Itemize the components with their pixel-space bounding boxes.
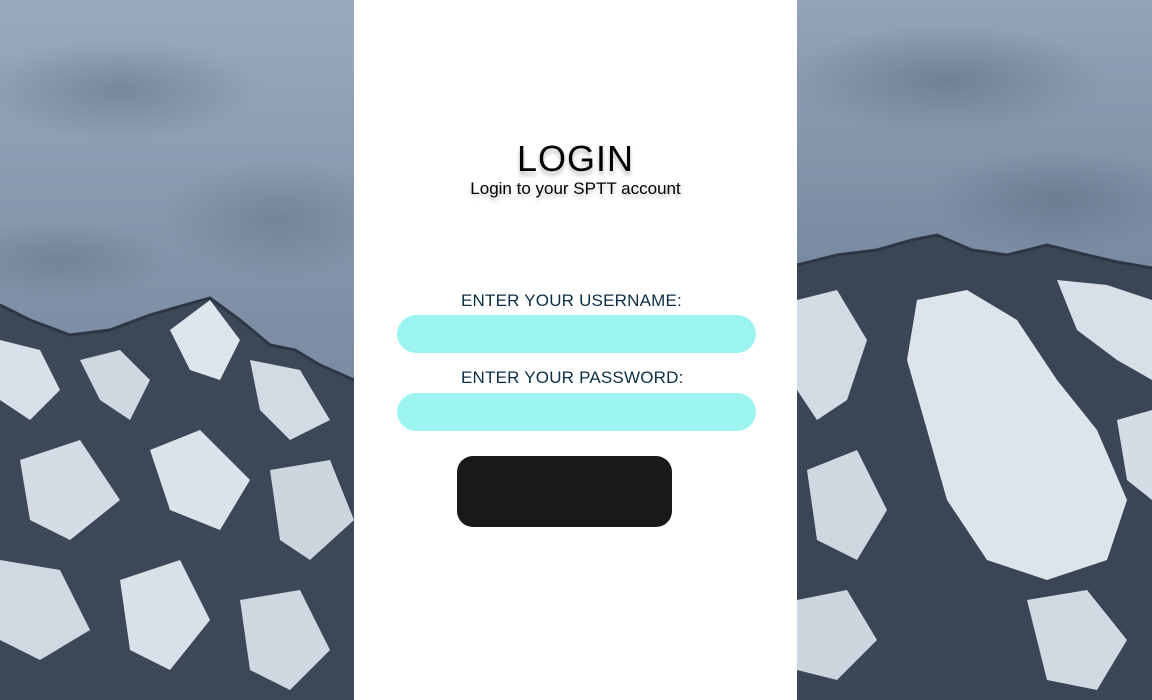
username-label: ENTER YOUR USERNAME: [461, 291, 682, 310]
mountain-image [797, 0, 1152, 700]
password-input[interactable] [397, 393, 756, 431]
password-label: ENTER YOUR PASSWORD: [461, 368, 684, 387]
login-button[interactable] [457, 456, 672, 527]
page-title: LOGIN [516, 138, 635, 179]
mountain-background-left [0, 0, 354, 700]
mountain-image [0, 0, 354, 700]
login-page: LOGIN Login to your SPTT account ENTER Y… [0, 0, 1152, 700]
page-subtitle: Login to your SPTT account [470, 179, 681, 198]
login-panel: LOGIN Login to your SPTT account ENTER Y… [354, 0, 797, 700]
mountain-background-right [797, 0, 1152, 700]
username-input[interactable] [397, 315, 756, 353]
